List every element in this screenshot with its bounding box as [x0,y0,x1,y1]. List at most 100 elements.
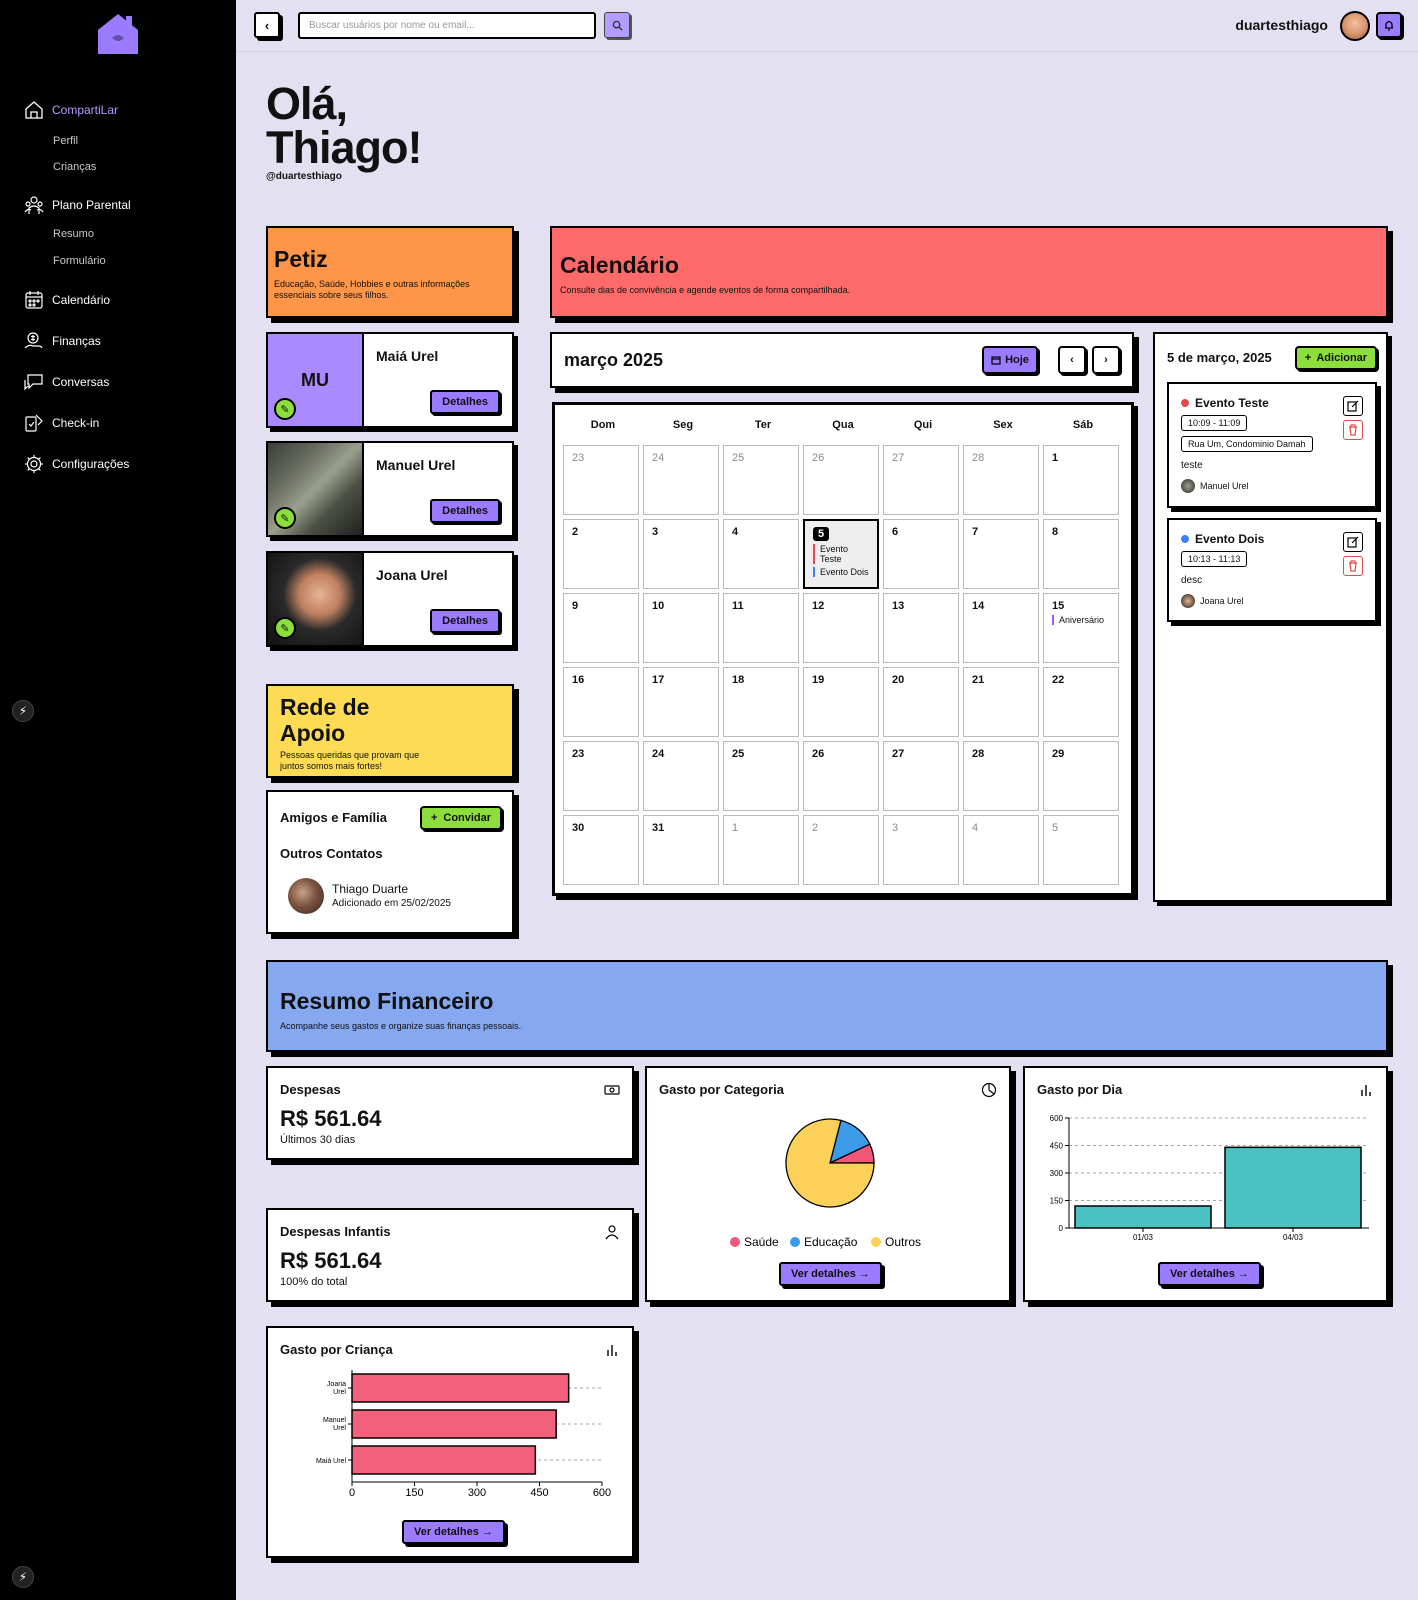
y-tick-label: 0 [1059,1224,1064,1233]
details-button[interactable]: Detalhes [430,499,500,523]
calendar-day[interactable]: 4 [963,815,1039,885]
calendar-day[interactable]: 26 [803,741,879,811]
contact-name[interactable]: Thiago Duarte [332,882,408,896]
calendar-day[interactable]: 24 [643,741,719,811]
event-title: Evento Dois [1181,532,1363,546]
search-button[interactable] [604,12,630,38]
sidebar-item-conversas[interactable]: Conversas [24,372,109,392]
calendar-day[interactable]: 7 [963,519,1039,589]
search-input[interactable] [298,12,596,39]
sidebar-subitem-perfil[interactable]: Perfil [53,135,78,147]
calendar-day[interactable]: 6 [883,519,959,589]
child-photo: ✎ [268,553,364,645]
sidebar-subitem-formulario[interactable]: Formulário [53,255,106,267]
calendar-day[interactable]: 10 [643,593,719,663]
calendar-day[interactable]: 19 [803,667,879,737]
sidebar-item-compartilar[interactable]: CompartiLar [24,100,118,120]
calendar-day[interactable]: 28 [963,741,1039,811]
calendar-day[interactable]: 31 [643,815,719,885]
calendar-event[interactable]: Evento Dois [813,567,869,577]
calendar-day[interactable]: 3 [883,815,959,885]
notifications-button[interactable] [1376,12,1402,38]
event-card[interactable]: Evento Dois 10:13 - 11:13 desc Joana Ure… [1167,518,1377,622]
sidebar-item-calendario[interactable]: Calendário [24,290,110,310]
sidebar-subitem-resumo[interactable]: Resumo [53,228,94,240]
calendar-day[interactable]: 25 [723,741,799,811]
calendar-day[interactable]: 13 [883,593,959,663]
calendar-day[interactable]: 22 [1043,667,1119,737]
calendar-day[interactable]: 20 [883,667,959,737]
child-card-manuel[interactable]: ✎ Manuel Urel Detalhes [266,441,514,537]
calendar-day[interactable]: 27 [883,445,959,515]
prev-month-button[interactable]: ‹ [1058,346,1086,374]
child-card-maia[interactable]: MU ✎ Maiá Urel Detalhes [266,332,514,428]
details-button[interactable]: Ver detalhes → [1158,1262,1261,1286]
calendar-day[interactable]: 8 [1043,519,1119,589]
calendar-day[interactable]: 11 [723,593,799,663]
calendar-day[interactable]: 5 [1043,815,1119,885]
today-button[interactable]: Hoje [982,346,1038,374]
edit-child-button[interactable]: ✎ [274,507,296,529]
child-expenses-value: R$ 561.64 [280,1248,382,1273]
calendar-day[interactable]: 4 [723,519,799,589]
details-button[interactable]: Detalhes [430,609,500,633]
calendar-day[interactable]: 16 [563,667,639,737]
calendar-day[interactable]: 1 [723,815,799,885]
contact-avatar[interactable] [288,878,324,914]
child-card-joana[interactable]: ✎ Joana Urel Detalhes [266,551,514,647]
calendar-day[interactable]: 24 [643,445,719,515]
child-photo: ✎ [268,443,364,535]
edit-event-button[interactable] [1343,396,1363,416]
calendar-day[interactable]: 25 [723,445,799,515]
expenses-value: R$ 561.64 [280,1106,382,1131]
user-handle: @duartesthiago [266,171,342,182]
calendar-day[interactable]: 15 Aniversário [1043,593,1119,663]
back-button[interactable]: ‹ [254,12,280,38]
bolt-icon[interactable]: ⚡ [12,1566,34,1588]
edit-child-button[interactable]: ✎ [274,617,296,639]
sidebar-item-financas[interactable]: Finanças [24,331,101,351]
next-month-button[interactable]: › [1092,346,1120,374]
sidebar-subitem-criancas[interactable]: Crianças [53,161,96,173]
calendar-day[interactable]: 12 [803,593,879,663]
calendar-day[interactable]: 9 [563,593,639,663]
delete-event-button[interactable] [1343,556,1363,576]
calendar-day[interactable]: 27 [883,741,959,811]
details-button[interactable]: Ver detalhes → [402,1520,505,1544]
calendar-day[interactable]: 29 [1043,741,1119,811]
calendar-day[interactable]: 2 [563,519,639,589]
details-button[interactable]: Ver detalhes → [779,1262,882,1286]
calendar-day[interactable]: 18 [723,667,799,737]
add-event-button[interactable]: + Adicionar [1295,346,1377,370]
avatar[interactable] [1340,11,1370,41]
calendar-day[interactable]: 23 [563,741,639,811]
calendar-day[interactable]: 21 [963,667,1039,737]
edit-child-button[interactable]: ✎ [274,398,296,420]
calendar-day[interactable]: 23 [563,445,639,515]
calendar-day[interactable]: 2 [803,815,879,885]
calendar-day[interactable]: 28 [963,445,1039,515]
app-logo-icon[interactable] [96,12,140,56]
calendar-day-number: 17 [652,674,665,686]
invite-button[interactable]: + Convidar [420,806,502,830]
delete-event-button[interactable] [1343,420,1363,440]
calendar-day[interactable]: 26 [803,445,879,515]
sidebar-item-plano-parental[interactable]: Plano Parental [24,195,131,215]
calendar-event[interactable]: Aniversário [1052,615,1110,625]
bolt-icon[interactable]: ⚡ [12,700,34,722]
username[interactable]: duartesthiago [1235,17,1328,33]
details-button[interactable]: Detalhes [430,390,500,414]
calendar-day[interactable]: 5 Evento Teste Evento Dois [803,519,879,589]
calendar-day[interactable]: 17 [643,667,719,737]
calendar-day[interactable]: 3 [643,519,719,589]
calendar-day[interactable]: 30 [563,815,639,885]
sidebar-item-configuracoes[interactable]: Configurações [24,454,129,474]
calendar-day[interactable]: 1 [1043,445,1119,515]
y-tick-label: Urel [333,1425,346,1432]
edit-event-button[interactable] [1343,532,1363,552]
event-card[interactable]: Evento Teste 10:09 - 11:09 Rua Um, Condo… [1167,382,1377,508]
calendar-day[interactable]: 14 [963,593,1039,663]
event-title-label: Evento Dois [1195,532,1265,546]
sidebar-item-checkin[interactable]: Check-in [24,413,99,433]
calendar-event[interactable]: Evento Teste [813,544,869,564]
